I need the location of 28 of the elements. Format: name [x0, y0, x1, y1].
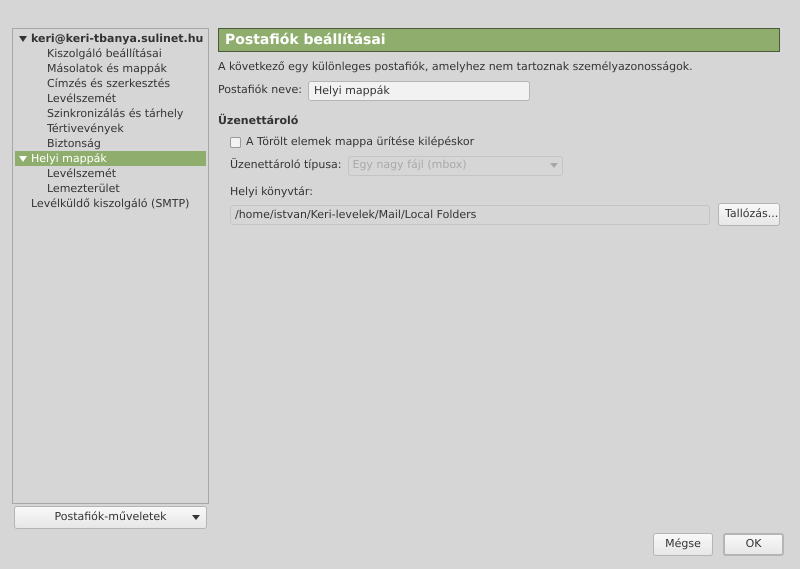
account-actions-button[interactable]: Postafiók-műveletek [14, 506, 207, 529]
account-name-field[interactable]: Helyi mappák [308, 80, 530, 100]
field-label: Postafiók neve: [218, 82, 302, 98]
description-text: A következő egy különleges postafiók, amelyhez nem tartoznak személyazonosságok. [218, 59, 694, 75]
checkbox[interactable] [230, 136, 241, 148]
field-label: Üzenettároló típusa: [230, 157, 342, 174]
browse-button[interactable]: Tallózás... [718, 203, 780, 226]
section-title: Üzenettároló [218, 112, 300, 128]
tree-item[interactable]: Kiszolgáló beállításai [15, 46, 206, 61]
expander-icon[interactable] [19, 34, 27, 42]
field-label: Helyi könyvtár: [230, 184, 314, 200]
panel-header: Postafiók beállításai [218, 28, 780, 52]
dropdown-arrow-icon [192, 515, 200, 520]
tree-item[interactable]: keri@keri-tbanya.sulinet.hu [15, 31, 206, 46]
tree-item[interactable]: Biztonság [15, 136, 206, 151]
dialog-button[interactable]: Mégse [653, 533, 713, 556]
tree-item[interactable]: Levélszemét [15, 166, 206, 181]
tree-item[interactable]: Lemezterület [15, 181, 206, 196]
tree-item[interactable]: Levélküldő kiszolgáló (SMTP) [15, 196, 206, 211]
dropdown-arrow-icon [550, 163, 558, 168]
tree-item[interactable]: Levélszemét [15, 91, 206, 106]
tree-item[interactable]: Címzés és szerkesztés [15, 76, 206, 91]
tree-item[interactable]: Másolatok és mappák [15, 61, 206, 76]
local-directory-field[interactable]: /home/istvan/Keri-levelek/Mail/Local Folders [230, 204, 710, 224]
checkbox-label: A Törölt elemek mappa ürítése kilépéskor [246, 134, 474, 150]
tree-item[interactable]: Tértivevények [15, 121, 206, 136]
tree-item[interactable]: Szinkronizálás és tárhely [15, 106, 206, 121]
dialog-button[interactable]: OK [723, 533, 784, 556]
